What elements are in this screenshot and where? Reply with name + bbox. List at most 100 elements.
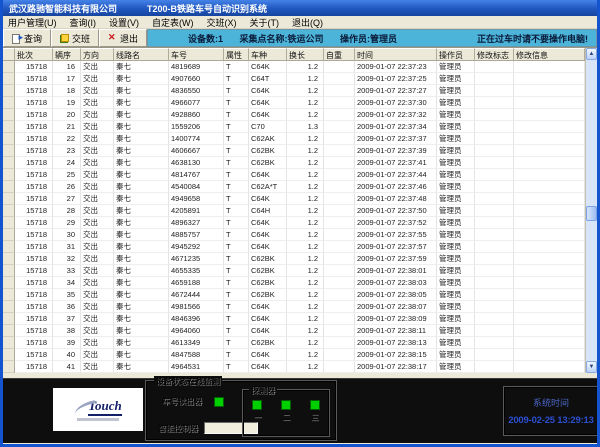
table-cell[interactable]: 15718 (15, 241, 53, 253)
row-indicator[interactable] (3, 157, 15, 169)
table-cell[interactable]: C64K (249, 361, 287, 373)
table-cell[interactable]: 交出 (81, 181, 114, 193)
table-cell[interactable]: 15718 (15, 61, 53, 73)
table-cell[interactable]: T (224, 193, 249, 205)
table-cell[interactable]: 16 (53, 61, 81, 73)
table-cell[interactable]: C62BK (249, 253, 287, 265)
table-cell[interactable]: 1400774 (169, 133, 224, 145)
table-cell[interactable] (324, 325, 355, 337)
table-cell[interactable]: 15718 (15, 337, 53, 349)
table-cell[interactable]: 秦七 (114, 229, 169, 241)
table-cell[interactable] (475, 325, 514, 337)
table-cell[interactable]: 1.2 (287, 289, 324, 301)
table-cell[interactable]: C64K (249, 349, 287, 361)
table-cell[interactable]: 2009-01-07 22:37:39 (355, 145, 437, 157)
table-cell[interactable]: C64K (249, 109, 287, 121)
table-cell[interactable]: 32 (53, 253, 81, 265)
table-cell[interactable] (324, 241, 355, 253)
table-cell[interactable]: 1.2 (287, 265, 324, 277)
table-cell[interactable] (514, 349, 585, 361)
menu-item[interactable]: 自定表(W) (152, 16, 194, 29)
row-indicator[interactable] (3, 337, 15, 349)
table-cell[interactable]: 1.2 (287, 193, 324, 205)
table-cell[interactable]: 2009-01-07 22:37:52 (355, 217, 437, 229)
table-cell[interactable]: C62BK (249, 265, 287, 277)
table-cell[interactable]: 1.2 (287, 61, 324, 73)
table-cell[interactable]: 管理员 (437, 265, 475, 277)
table-cell[interactable]: 管理员 (437, 349, 475, 361)
table-cell[interactable] (514, 253, 585, 265)
scroll-down-button[interactable]: ▼ (586, 361, 597, 373)
table-cell[interactable] (514, 277, 585, 289)
table-cell[interactable]: 1.2 (287, 241, 324, 253)
table-cell[interactable]: C62BK (249, 277, 287, 289)
header-cell[interactable] (3, 48, 15, 61)
table-cell[interactable]: 15718 (15, 205, 53, 217)
table-cell[interactable]: 4540084 (169, 181, 224, 193)
table-cell[interactable]: 4659188 (169, 277, 224, 289)
header-cell[interactable]: 方向 (81, 48, 114, 61)
table-cell[interactable]: 1.2 (287, 313, 324, 325)
table-cell[interactable]: 秦七 (114, 121, 169, 133)
table-cell[interactable]: 秦七 (114, 61, 169, 73)
table-cell[interactable]: 15718 (15, 193, 53, 205)
table-cell[interactable]: 4672444 (169, 289, 224, 301)
table-cell[interactable]: T (224, 337, 249, 349)
table-cell[interactable]: 1.2 (287, 349, 324, 361)
table-cell[interactable] (324, 337, 355, 349)
table-cell[interactable] (324, 61, 355, 73)
table-cell[interactable]: 管理员 (437, 229, 475, 241)
table-cell[interactable]: 2009-01-07 22:38:09 (355, 313, 437, 325)
table-cell[interactable]: C62BK (249, 157, 287, 169)
table-cell[interactable]: 15718 (15, 181, 53, 193)
exit-button[interactable]: 退出 (99, 29, 147, 47)
table-cell[interactable]: 1.2 (287, 253, 324, 265)
table-cell[interactable] (324, 265, 355, 277)
row-indicator[interactable] (3, 241, 15, 253)
table-cell[interactable]: C62BK (249, 289, 287, 301)
table-cell[interactable] (324, 133, 355, 145)
table-cell[interactable]: 15718 (15, 157, 53, 169)
shift-change-button[interactable]: 交班 (51, 29, 99, 47)
menu-item[interactable]: 关于(T) (250, 16, 280, 29)
table-cell[interactable]: 交出 (81, 301, 114, 313)
table-cell[interactable] (475, 97, 514, 109)
table-cell[interactable] (514, 181, 585, 193)
table-cell[interactable]: 4638130 (169, 157, 224, 169)
table-cell[interactable]: 26 (53, 181, 81, 193)
table-row[interactable]: 1571830交出秦七4885757TC64K1.22009-01-07 22:… (3, 229, 585, 241)
row-indicator[interactable] (3, 313, 15, 325)
table-cell[interactable] (475, 241, 514, 253)
table-cell[interactable]: T (224, 169, 249, 181)
row-indicator[interactable] (3, 145, 15, 157)
menu-item[interactable]: 退出(Q) (292, 16, 323, 29)
table-row[interactable]: 1571828交出秦七4205891TC64H1.22009-01-07 22:… (3, 205, 585, 217)
table-cell[interactable]: 28 (53, 205, 81, 217)
header-cell[interactable]: 修改标志 (475, 48, 514, 61)
header-cell[interactable]: 换长 (287, 48, 324, 61)
table-cell[interactable]: T (224, 277, 249, 289)
scrollbar-track[interactable] (586, 60, 597, 361)
table-cell[interactable]: 秦七 (114, 169, 169, 181)
row-indicator[interactable] (3, 109, 15, 121)
table-cell[interactable] (324, 313, 355, 325)
row-indicator[interactable] (3, 85, 15, 97)
table-cell[interactable] (475, 193, 514, 205)
table-cell[interactable]: 4836550 (169, 85, 224, 97)
table-cell[interactable]: 15718 (15, 121, 53, 133)
table-cell[interactable]: 31 (53, 241, 81, 253)
table-cell[interactable]: 2009-01-07 22:37:32 (355, 109, 437, 121)
table-cell[interactable] (514, 325, 585, 337)
table-cell[interactable] (514, 157, 585, 169)
table-row[interactable]: 1571825交出秦七4814767TC64K1.22009-01-07 22:… (3, 169, 585, 181)
table-cell[interactable]: 秦七 (114, 85, 169, 97)
table-cell[interactable]: 2009-01-07 22:37:34 (355, 121, 437, 133)
table-row[interactable]: 1571838交出秦七4964060TC64K1.22009-01-07 22:… (3, 325, 585, 337)
table-cell[interactable]: 交出 (81, 205, 114, 217)
table-cell[interactable] (475, 169, 514, 181)
table-cell[interactable]: 2009-01-07 22:38:11 (355, 325, 437, 337)
table-cell[interactable]: 29 (53, 217, 81, 229)
table-cell[interactable] (475, 133, 514, 145)
table-cell[interactable] (514, 109, 585, 121)
table-cell[interactable]: 1.2 (287, 97, 324, 109)
